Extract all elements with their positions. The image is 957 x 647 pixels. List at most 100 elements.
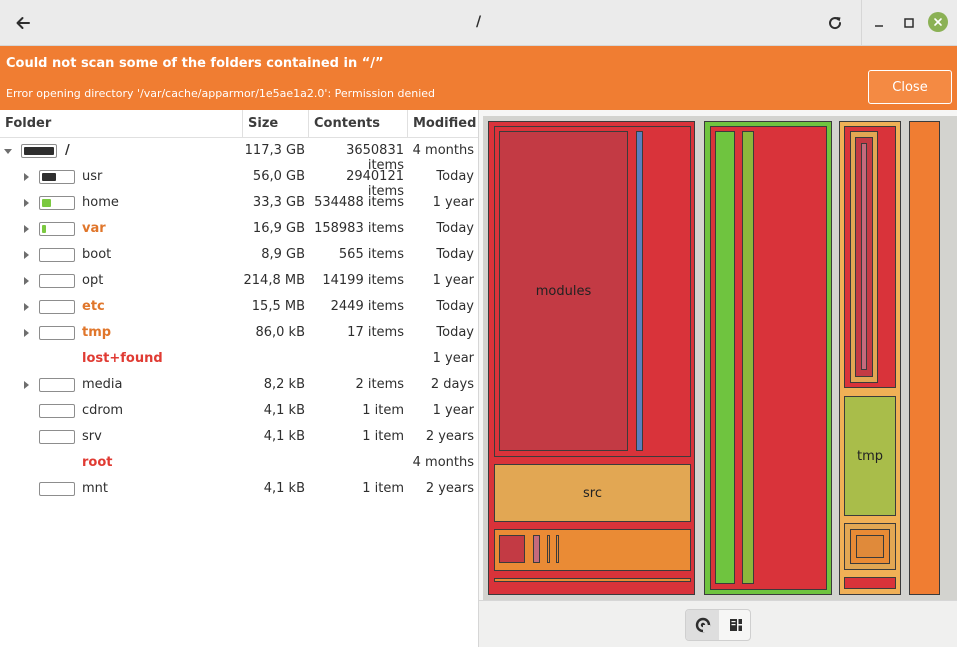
usage-bar: [39, 378, 75, 392]
folder-modified: 2 years: [425, 429, 474, 444]
error-infobar: Could not scan some of the folders conta…: [0, 46, 957, 110]
folder-size: 4,1 kB: [263, 429, 305, 444]
treemap-block-var-cache-b[interactable]: [856, 535, 884, 558]
rescan-button[interactable]: [820, 8, 850, 38]
column-header-modified[interactable]: Modified: [408, 110, 478, 138]
chevron-right-icon[interactable]: [21, 380, 31, 390]
folder-modified: 1 year: [432, 273, 474, 288]
folder-size: 15,5 MB: [251, 299, 305, 314]
table-row[interactable]: home 33,3 GB 534488 items 1 year: [0, 190, 478, 216]
folder-tree[interactable]: Folder Size Contents Modified / 117,3 GB 3…: [0, 110, 478, 647]
maximize-button[interactable]: [898, 10, 920, 36]
table-row[interactable]: /117,3 GB 3650831 items 4 months: [0, 138, 478, 173]
column-header-size[interactable]: Size: [243, 110, 309, 138]
chevron-right-icon[interactable]: [21, 172, 31, 182]
folder-name: boot: [82, 247, 112, 262]
treemap-block-modules[interactable]: modules: [499, 131, 628, 451]
treemap-block-usr-share-d[interactable]: [556, 535, 559, 563]
folder-contents: 1 item: [362, 481, 404, 496]
treemap-block-src[interactable]: src: [494, 464, 691, 522]
chevron-right-icon[interactable]: [21, 250, 31, 260]
treemap-block-tmp[interactable]: tmp: [844, 396, 896, 516]
column-header-folder[interactable]: Folder: [0, 110, 243, 138]
window-title: /: [475, 14, 482, 30]
folder-modified: 1 year: [432, 195, 474, 210]
folder-modified: 4 months: [412, 143, 474, 158]
folder-modified: Today: [436, 169, 474, 184]
table-row[interactable]: cdrom 4,1 kB 1 item 1 year: [0, 398, 478, 424]
chevron-right-icon[interactable]: [21, 224, 31, 234]
rings-view-button[interactable]: [686, 610, 719, 640]
folder-contents: 158983 items: [314, 221, 404, 236]
folder-size: 214,8 MB: [243, 273, 305, 288]
folder-name: var: [82, 221, 106, 236]
folder-name: mnt: [82, 481, 108, 496]
treemap-block-home-b[interactable]: [742, 131, 754, 584]
folder-name: /: [65, 143, 70, 158]
table-row[interactable]: boot 8,9 GB 565 items Today: [0, 242, 478, 268]
table-row[interactable]: mnt 4,1 kB 1 item 2 years: [0, 476, 478, 502]
treemap-label-src: src: [583, 486, 602, 501]
table-row[interactable]: srv 4,1 kB 1 item 2 years: [0, 424, 478, 450]
header-bar: /: [0, 0, 957, 46]
folder-name: srv: [82, 429, 102, 444]
table-row[interactable]: root 4 months: [0, 450, 478, 476]
folder-contents: 14199 items: [322, 273, 404, 288]
usage-bar: [39, 326, 75, 340]
treemap-block-usr-other[interactable]: [494, 578, 691, 582]
column-header-contents[interactable]: Contents: [309, 110, 408, 138]
usage-bar: [39, 404, 75, 418]
table-row[interactable]: usr 56,0 GB 2940121 items Today: [0, 164, 478, 199]
folder-size: 8,9 GB: [261, 247, 305, 262]
usage-bar: [39, 482, 75, 496]
chevron-right-icon[interactable]: [21, 276, 31, 286]
folder-modified: Today: [436, 325, 474, 340]
folder-size: 117,3 GB: [244, 143, 305, 158]
minimize-button[interactable]: [868, 10, 890, 36]
treemap-label-tmp: tmp: [856, 449, 883, 464]
table-row[interactable]: var 16,9 GB 158983 items Today: [0, 216, 478, 242]
chevron-right-icon[interactable]: [21, 198, 31, 208]
folder-modified: 1 year: [432, 351, 474, 366]
table-row[interactable]: tmp 86,0 kB 17 items Today: [0, 320, 478, 346]
table-row[interactable]: media 8,2 kB 2 items 2 days: [0, 372, 478, 398]
folder-size: 16,9 GB: [252, 221, 305, 236]
window-close-button[interactable]: [928, 12, 948, 32]
chevron-right-icon[interactable]: [21, 302, 31, 312]
folder-contents: 565 items: [338, 247, 404, 262]
usage-bar-fill: [24, 147, 54, 155]
folder-name: media: [82, 377, 123, 392]
treemap-block-boot[interactable]: [909, 121, 940, 595]
table-row[interactable]: lost+found 1 year: [0, 346, 478, 372]
header-separator: [861, 0, 862, 46]
infobar-title: Could not scan some of the folders conta…: [6, 56, 384, 71]
treemap-block-var-log[interactable]: [844, 577, 896, 589]
tree-header: Folder Size Contents Modified: [0, 110, 478, 138]
close-icon: [934, 18, 942, 26]
folder-size: 4,1 kB: [263, 403, 305, 418]
usage-bar: [21, 144, 57, 158]
infobar-message: Error opening directory '/var/cache/appa…: [6, 87, 435, 100]
chevron-down-icon[interactable]: [3, 146, 13, 156]
folder-size: 4,1 kB: [263, 481, 305, 496]
table-row[interactable]: etc 15,5 MB 2449 items Today: [0, 294, 478, 320]
treemap-chart[interactable]: modules src tmp: [483, 116, 957, 600]
folder-name: lost+found: [82, 351, 163, 366]
usage-bar: [39, 170, 75, 184]
minimize-icon: [875, 25, 883, 27]
treemap-block-usr-share-b[interactable]: [533, 535, 540, 563]
treemap-block-usr-lib-small[interactable]: [636, 131, 643, 451]
table-row[interactable]: opt 214,8 MB 14199 items 1 year: [0, 268, 478, 294]
folder-name: home: [82, 195, 119, 210]
treemap-block-usr-share-a[interactable]: [499, 535, 525, 563]
chevron-right-icon[interactable]: [21, 328, 31, 338]
treemap-view-button[interactable]: [719, 610, 750, 640]
treemap-block-usr-share-c[interactable]: [547, 535, 550, 563]
treemap-block-var-lib-c[interactable]: [861, 143, 867, 370]
folder-size: 86,0 kB: [255, 325, 305, 340]
usage-bar: [39, 430, 75, 444]
rings-chart-icon: [695, 617, 710, 633]
treemap-block-home-a[interactable]: [715, 131, 735, 584]
usage-bar: [39, 248, 75, 262]
infobar-close-button[interactable]: Close: [868, 70, 952, 104]
